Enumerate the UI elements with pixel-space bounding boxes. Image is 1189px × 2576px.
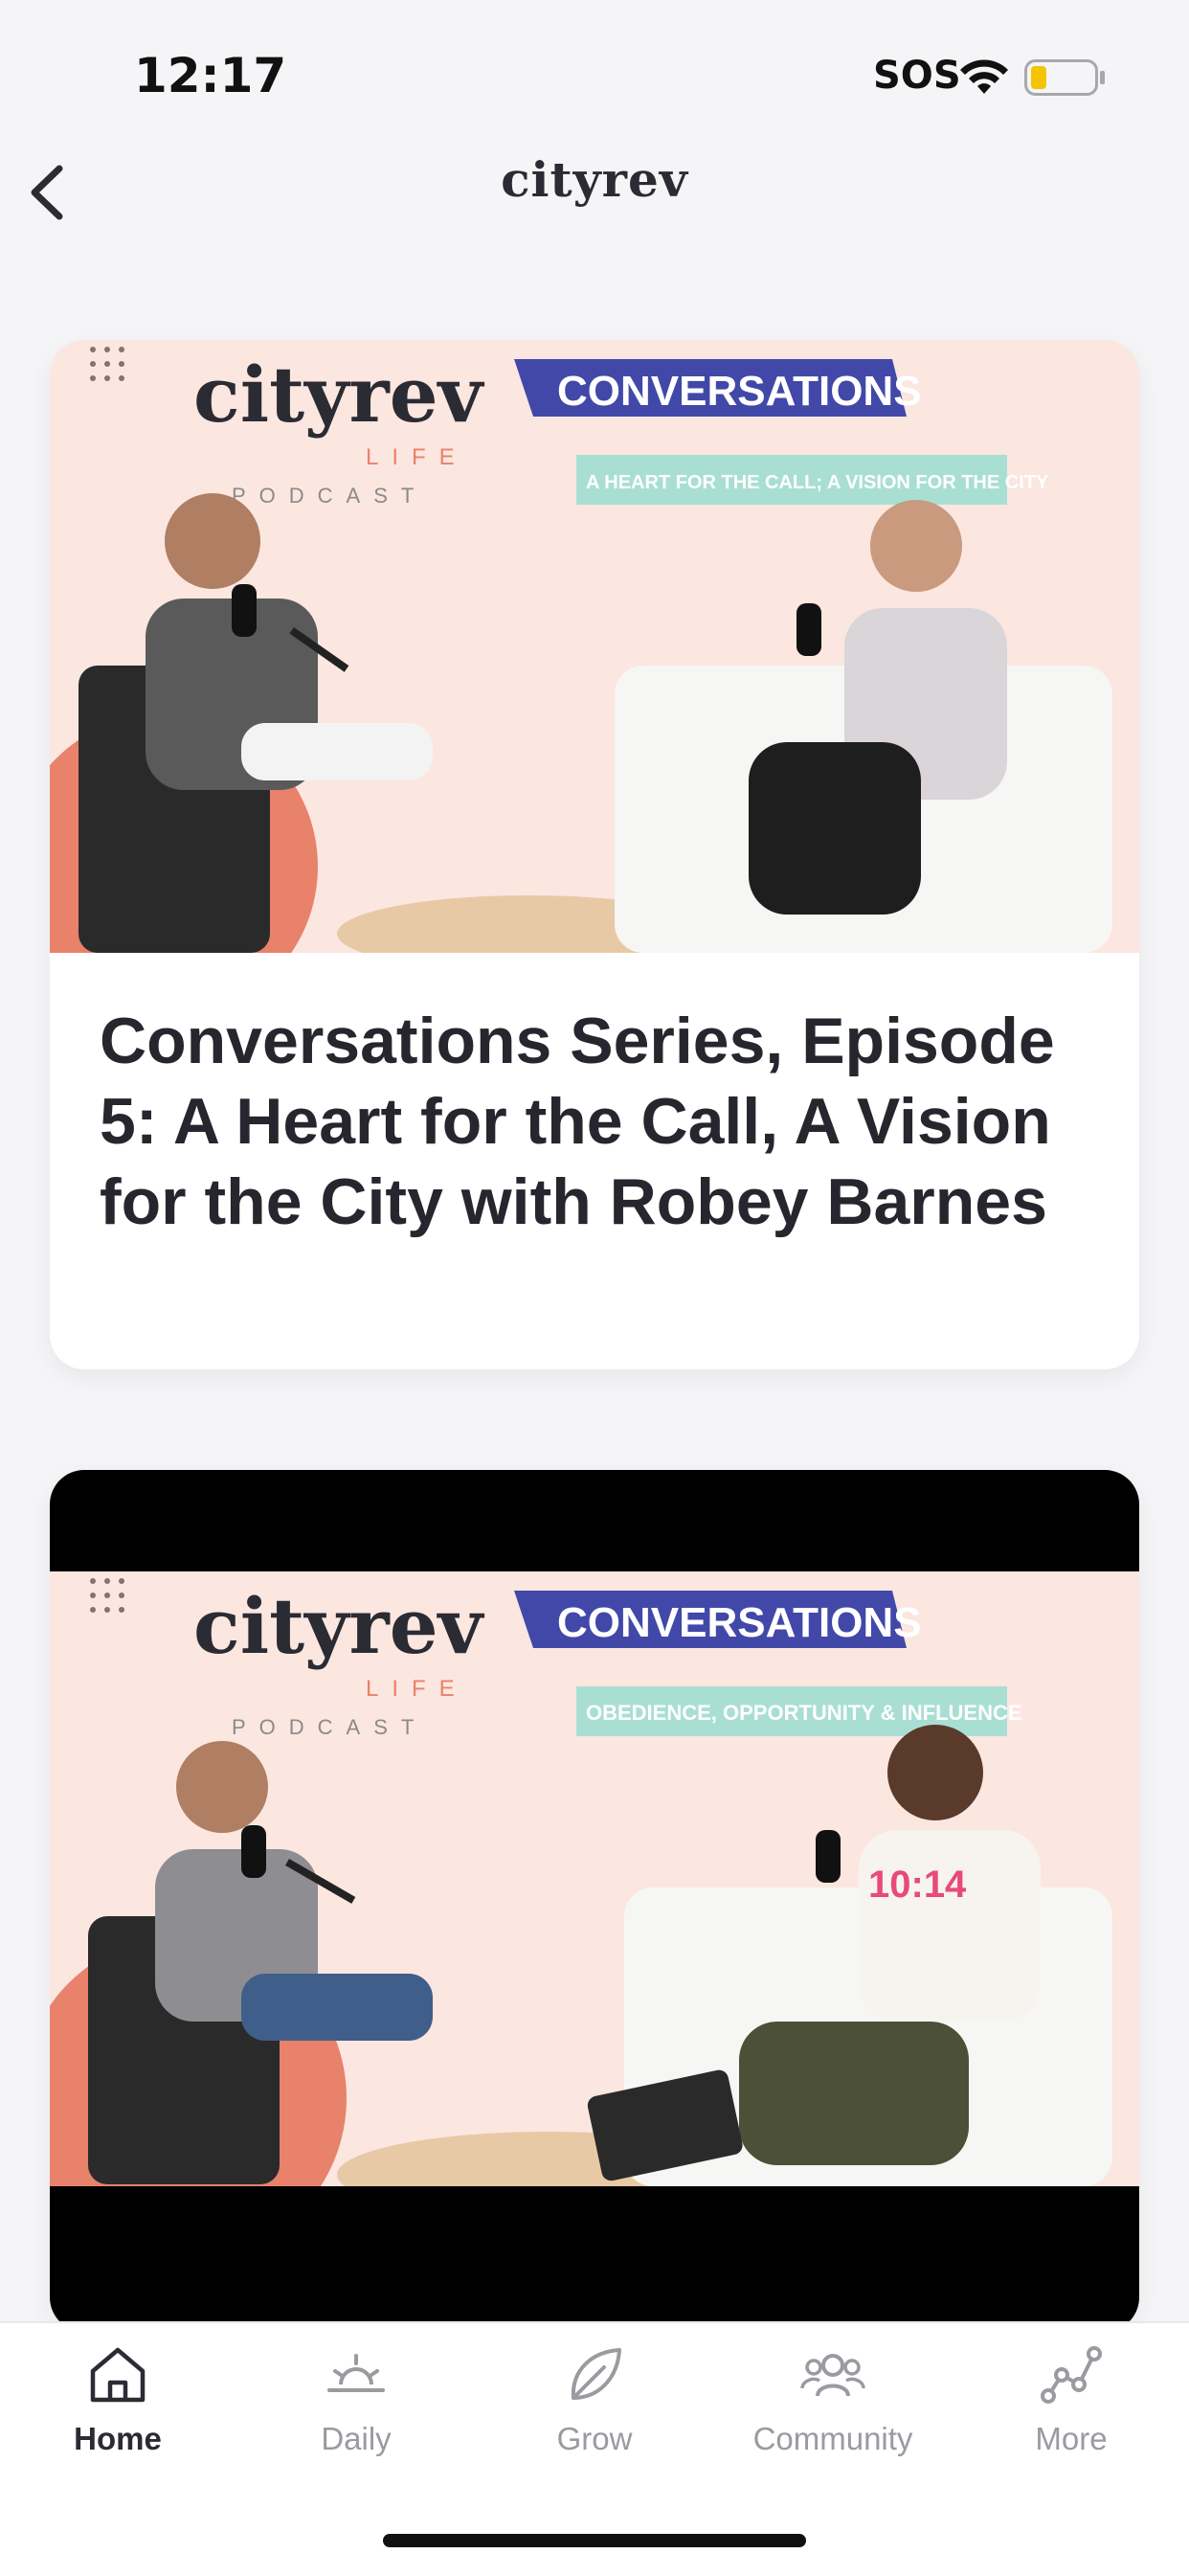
thumb-brand-text: cityrev [193,1581,485,1671]
graph-icon [1041,2346,1102,2404]
header-brand-logo: cityrev [501,151,688,208]
tab-grow[interactable]: Grow [499,2342,690,2476]
tab-home[interactable]: Home [22,2342,213,2476]
thumb-badge-text: CONVERSATIONS [557,1599,922,1646]
status-bar: 12:17 SOS [0,0,1189,144]
tab-label: Community [752,2421,913,2456]
status-sos: SOS [873,54,961,98]
tab-community[interactable]: Community [737,2342,929,2476]
sunrise-icon [327,2354,385,2392]
episode-card[interactable]: cityrev LIFE PODCAST CONVERSATIONS OBEDI… [50,1470,1139,2332]
thumb-podcast-text: PODCAST [232,1715,427,1739]
thumb-badge-text: CONVERSATIONS [557,368,922,415]
thumb-life-text: LIFE [366,1676,468,1702]
thumb-life-text: LIFE [366,444,468,470]
people-icon [800,2354,865,2397]
battery-icon [1024,59,1105,96]
episode-thumbnail[interactable]: cityrev LIFE PODCAST CONVERSATIONS OBEDI… [50,1571,1139,2186]
thumb-subtitle-text: A HEART FOR THE CALL; A VISION FOR THE C… [586,472,1049,493]
tab-label: More [1035,2421,1108,2456]
tab-label: Grow [556,2421,633,2456]
episode-title[interactable]: Conversations Series, Episode 5: A Heart… [100,1001,1095,1242]
shirt-graphic-icon: 10:14 [868,1864,967,1906]
episode-thumbnail[interactable]: cityrev LIFE PODCAST CONVERSATIONS A HEA… [50,340,1139,953]
tab-label: Daily [321,2421,392,2456]
thumb-brand-text: cityrev [193,350,485,440]
home-icon [90,2347,146,2403]
leaf-icon [571,2348,621,2400]
thumb-podcast-text: PODCAST [232,484,427,508]
tab-more[interactable]: More [976,2342,1167,2476]
home-indicator [383,2534,806,2547]
wifi-icon [960,59,1008,94]
thumb-subtitle-text: OBEDIENCE, OPPORTUNITY & INFLUENCE [586,1701,1022,1725]
status-time: 12:17 [134,48,287,103]
tab-label: Home [74,2421,162,2456]
episode-card[interactable]: cityrev LIFE PODCAST CONVERSATIONS A HEA… [50,340,1139,1369]
tab-daily[interactable]: Daily [260,2342,452,2476]
